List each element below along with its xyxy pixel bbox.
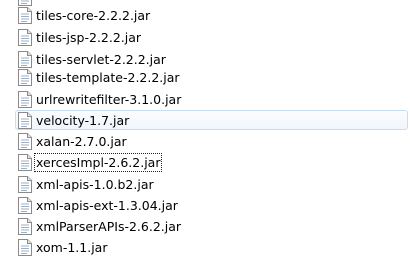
file-name: xmlParserAPIs-2.6.2.jar bbox=[36, 219, 182, 234]
file-row[interactable]: tiles-core-2.2.2.jar bbox=[15, 5, 408, 25]
file-row[interactable]: xml-apis-1.0.b2.jar bbox=[15, 174, 408, 194]
jar-file-icon bbox=[18, 91, 32, 108]
jar-file-icon bbox=[18, 197, 32, 214]
file-name: tiles-core-2.2.2.jar bbox=[36, 8, 151, 23]
file-row[interactable]: xmlParserAPIs-2.6.2.jar bbox=[15, 216, 408, 236]
jar-file-icon bbox=[18, 133, 32, 150]
file-name: xml-apis-ext-1.3.04.jar bbox=[36, 198, 178, 213]
file-row-focused[interactable]: xercesImpl-2.6.2.jar bbox=[15, 152, 408, 172]
jar-file-icon bbox=[18, 176, 32, 193]
file-list: tiles-core-2.2.2.jar tiles-jsp-2.2.2.jar… bbox=[0, 0, 410, 261]
file-name: velocity-1.7.jar bbox=[36, 113, 130, 128]
file-row[interactable]: tiles-servlet-2.2.2.jar bbox=[15, 49, 408, 69]
jar-file-icon bbox=[18, 51, 32, 68]
file-name: tiles-servlet-2.2.2.jar bbox=[36, 52, 166, 67]
file-name: xercesImpl-2.6.2.jar bbox=[33, 153, 163, 172]
file-row-hovered[interactable]: velocity-1.7.jar bbox=[15, 110, 408, 130]
jar-file-icon bbox=[18, 112, 32, 129]
file-row[interactable]: xalan-2.7.0.jar bbox=[15, 131, 408, 151]
file-row[interactable]: tiles-jsp-2.2.2.jar bbox=[15, 27, 408, 47]
file-row[interactable]: tiles-template-2.2.2.jar bbox=[15, 67, 408, 87]
jar-file-icon bbox=[18, 154, 32, 171]
jar-file-icon bbox=[18, 239, 32, 256]
file-row[interactable]: urlrewritefilter-3.1.0.jar bbox=[15, 89, 408, 109]
jar-file-icon bbox=[18, 7, 32, 24]
file-name: xml-apis-1.0.b2.jar bbox=[36, 177, 154, 192]
jar-file-icon bbox=[18, 218, 32, 235]
file-name: urlrewritefilter-3.1.0.jar bbox=[36, 92, 182, 107]
file-name: xom-1.1.jar bbox=[36, 240, 108, 255]
file-row[interactable]: xom-1.1.jar bbox=[15, 237, 408, 257]
jar-file-icon bbox=[18, 29, 32, 46]
file-name: tiles-jsp-2.2.2.jar bbox=[36, 30, 142, 45]
file-name: xalan-2.7.0.jar bbox=[36, 134, 127, 149]
jar-file-icon bbox=[18, 69, 32, 86]
file-name: tiles-template-2.2.2.jar bbox=[36, 70, 180, 85]
file-row[interactable]: xml-apis-ext-1.3.04.jar bbox=[15, 195, 408, 215]
